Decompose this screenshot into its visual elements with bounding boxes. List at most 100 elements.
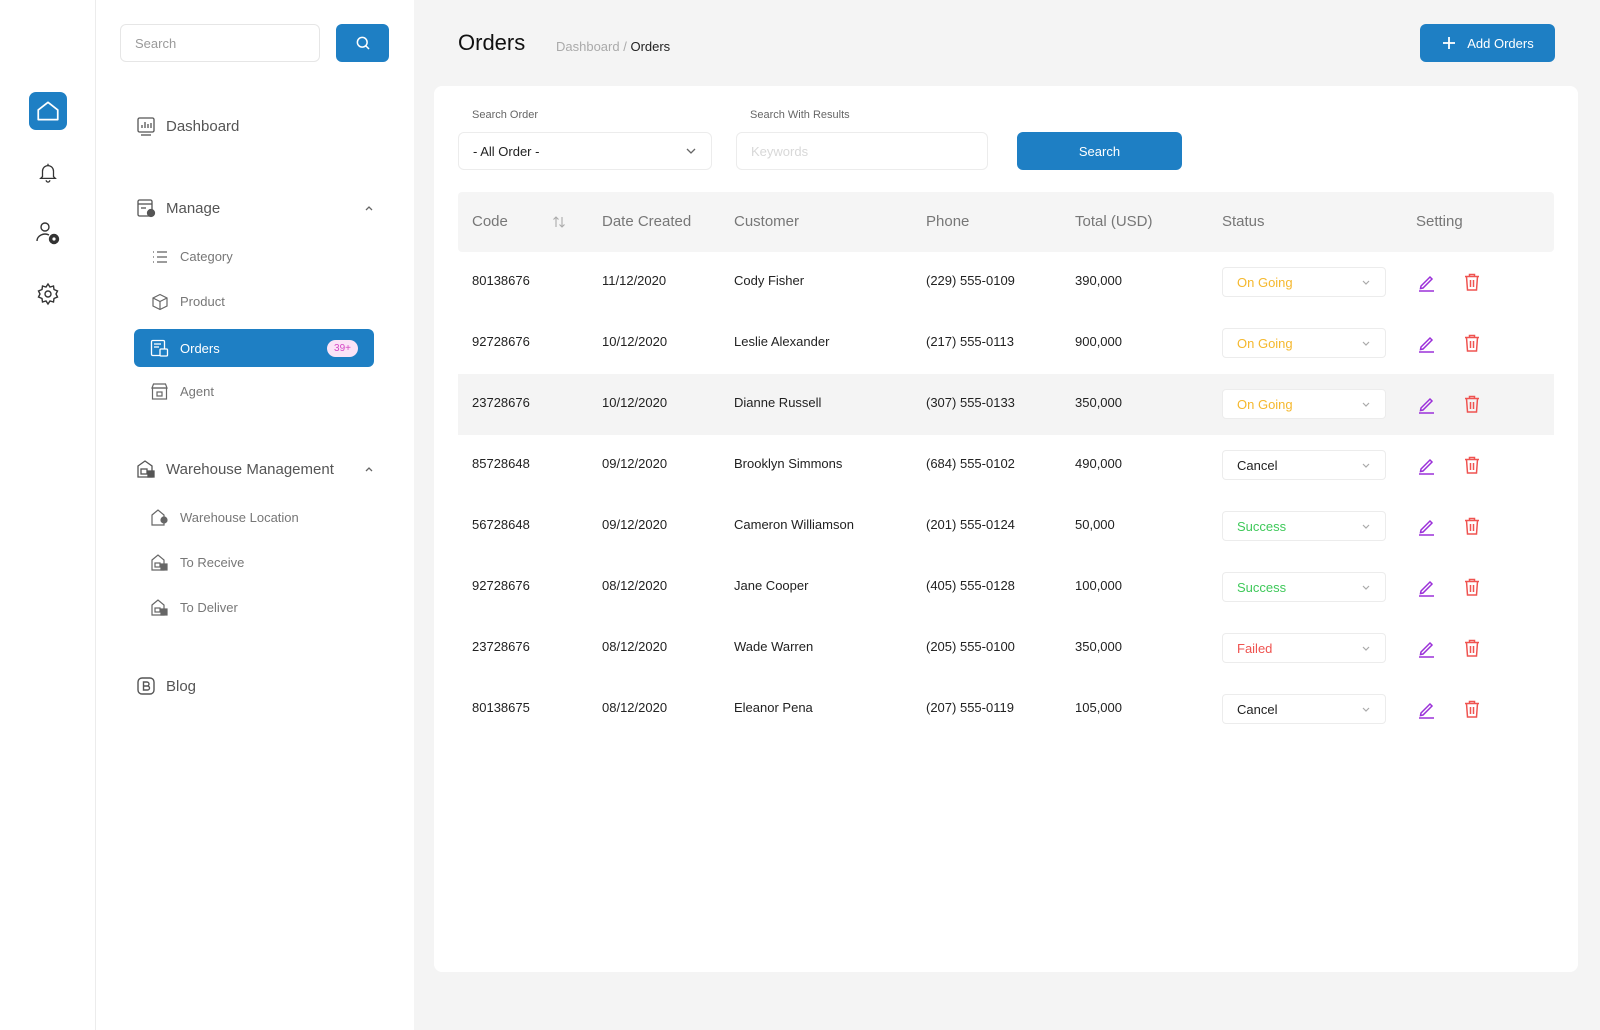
column-header-date: Date Created	[602, 213, 692, 230]
cell-total: 100,000	[1075, 578, 1122, 593]
icon-rail	[0, 0, 96, 1030]
sidebar-item-to-receive[interactable]: To Receive	[150, 553, 244, 572]
edit-button[interactable]	[1415, 393, 1437, 415]
chart-icon	[136, 116, 156, 136]
edit-button[interactable]	[1415, 515, 1437, 537]
sidebar-item-blog[interactable]: Blog	[136, 676, 196, 696]
cell-code: 92728676	[472, 334, 530, 349]
delete-button[interactable]	[1461, 515, 1483, 537]
sidebar-search-button[interactable]	[336, 24, 389, 62]
edit-button[interactable]	[1415, 332, 1437, 354]
edit-pencil-icon	[1416, 333, 1436, 353]
edit-pencil-icon	[1416, 394, 1436, 414]
status-select[interactable]: On Going	[1222, 389, 1386, 419]
sidebar-group-manage[interactable]: Manage	[136, 198, 220, 218]
sidebar-item-warehouse-location[interactable]: Warehouse Location	[150, 508, 299, 527]
sidebar-item-orders[interactable]: Orders 39+	[134, 329, 374, 367]
chevron-down-icon	[1361, 519, 1371, 534]
chevron-down-icon	[1361, 336, 1371, 351]
cell-code: 23728676	[472, 639, 530, 654]
sidebar-item-label: Warehouse Location	[180, 510, 299, 525]
sort-icon[interactable]	[552, 215, 566, 229]
table-row: 80138675 08/12/2020 Eleanor Pena (207) 555-…	[458, 679, 1554, 740]
cell-phone: (405) 555-0128	[926, 578, 1015, 593]
delete-button[interactable]	[1461, 637, 1483, 659]
sidebar-item-dashboard[interactable]: Dashboard	[136, 116, 239, 136]
order-filter-value: - All Order -	[473, 143, 540, 159]
delete-button[interactable]	[1461, 393, 1483, 415]
cell-customer: Cody Fisher	[734, 273, 805, 288]
edit-button[interactable]	[1415, 576, 1437, 598]
cell-date: 09/12/2020	[602, 517, 668, 532]
chevron-down-icon	[1361, 580, 1371, 595]
delete-button[interactable]	[1461, 454, 1483, 476]
delete-button[interactable]	[1461, 271, 1483, 293]
status-value: On Going	[1237, 335, 1293, 351]
status-value: Failed	[1237, 640, 1273, 656]
status-select[interactable]: Success	[1222, 572, 1386, 602]
cell-code: 56728648	[472, 517, 530, 532]
delete-button[interactable]	[1461, 576, 1483, 598]
trash-icon	[1463, 455, 1481, 475]
cell-date: 09/12/2020	[602, 456, 668, 471]
order-filter-select[interactable]: - All Order -	[458, 132, 712, 170]
add-orders-button[interactable]: Add Orders	[1420, 24, 1555, 62]
account-rail-button[interactable]	[29, 214, 67, 252]
notifications-rail-button[interactable]	[29, 153, 67, 191]
edit-button[interactable]	[1415, 698, 1437, 720]
chevron-up-icon[interactable]	[364, 464, 374, 474]
cell-customer: Wade Warren	[734, 639, 814, 654]
sidebar-group-label: Warehouse Management	[166, 460, 334, 478]
edit-button[interactable]	[1415, 454, 1437, 476]
status-select[interactable]: On Going	[1222, 267, 1386, 297]
status-select[interactable]: Cancel	[1222, 450, 1386, 480]
sidebar-item-category[interactable]: Category	[150, 247, 233, 266]
breadcrumb-parent-link[interactable]: Dashboard	[556, 39, 620, 54]
delete-button[interactable]	[1461, 332, 1483, 354]
chevron-down-icon	[1361, 275, 1371, 290]
delete-button[interactable]	[1461, 698, 1483, 720]
sidebar-item-product[interactable]: Product	[150, 292, 225, 311]
sidebar-item-label: To Deliver	[180, 600, 238, 615]
status-select[interactable]: Success	[1222, 511, 1386, 541]
cell-total: 350,000	[1075, 639, 1122, 654]
table-row: 80138676 11/12/2020 Cody Fisher (229) 555-0…	[458, 252, 1554, 313]
column-header-code[interactable]: Code	[472, 213, 508, 230]
trash-icon	[1463, 699, 1481, 719]
keyword-search-input[interactable]	[736, 132, 988, 170]
column-header-phone: Phone	[926, 213, 970, 230]
status-value: On Going	[1237, 396, 1293, 412]
status-value: Success	[1237, 518, 1287, 534]
cell-phone: (201) 555-0124	[926, 517, 1015, 532]
location-icon	[150, 508, 169, 527]
sidebar-search-input[interactable]	[120, 24, 320, 62]
search-order-label: Search Order	[472, 109, 539, 121]
status-select[interactable]: Cancel	[1222, 694, 1386, 724]
search-button[interactable]: Search	[1017, 132, 1182, 170]
sidebar-item-to-deliver[interactable]: To Deliver	[150, 598, 238, 617]
status-select[interactable]: On Going	[1222, 328, 1386, 358]
edit-button[interactable]	[1415, 271, 1437, 293]
trash-icon	[1463, 577, 1481, 597]
home-rail-button[interactable]	[29, 92, 67, 130]
cell-total: 350,000	[1075, 395, 1122, 410]
breadcrumb: Dashboard / Orders	[556, 39, 670, 54]
cell-customer: Leslie Alexander	[734, 334, 830, 349]
home-icon	[37, 101, 59, 121]
add-orders-label: Add Orders	[1467, 35, 1534, 51]
receive-icon	[150, 553, 169, 572]
cell-code: 23728676	[472, 395, 530, 410]
sidebar-item-agent[interactable]: Agent	[150, 382, 214, 401]
manage-icon	[136, 198, 156, 218]
settings-rail-button[interactable]	[29, 275, 67, 313]
nav-sidebar: Dashboard Manage Category Product Orders…	[96, 0, 414, 1030]
status-select[interactable]: Failed	[1222, 633, 1386, 663]
cell-total: 105,000	[1075, 700, 1122, 715]
sidebar-group-warehouse[interactable]: Warehouse Management	[136, 459, 334, 479]
trash-icon	[1463, 272, 1481, 292]
chevron-up-icon[interactable]	[364, 203, 374, 213]
edit-button[interactable]	[1415, 637, 1437, 659]
chevron-down-icon	[1361, 397, 1371, 412]
cell-code: 80138675	[472, 700, 530, 715]
cell-phone: (307) 555-0133	[926, 395, 1015, 410]
